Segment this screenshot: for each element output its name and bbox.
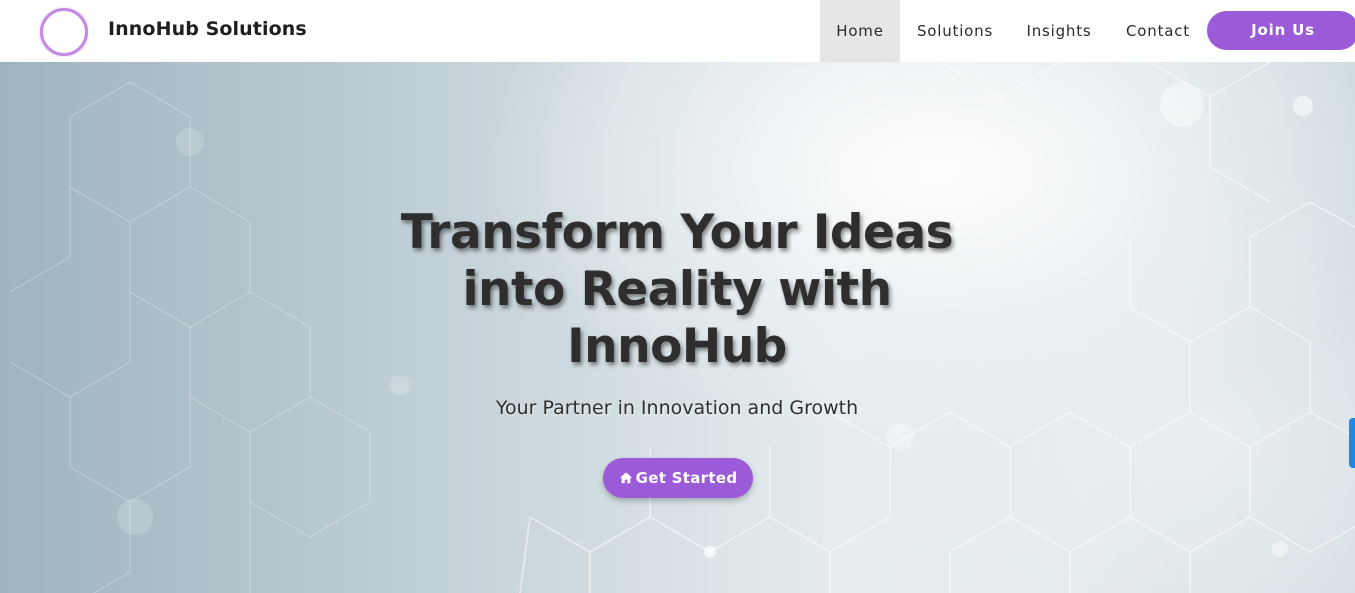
get-started-label: Get Started bbox=[635, 469, 738, 487]
hero-subtitle: Your Partner in Innovation and Growth bbox=[495, 397, 859, 419]
nav-link-home[interactable]: Home bbox=[820, 0, 900, 62]
side-tab[interactable] bbox=[1349, 418, 1355, 468]
home-icon bbox=[619, 472, 632, 484]
hero-section: Transform Your Ideas into Reality with I… bbox=[0, 62, 1355, 593]
nav-link-contact[interactable]: Contact bbox=[1116, 0, 1200, 62]
navbar: InnoHub Solutions Home Solutions Insight… bbox=[0, 0, 1355, 62]
get-started-button[interactable]: Get Started bbox=[603, 458, 753, 498]
join-us-button[interactable]: Join Us bbox=[1207, 11, 1355, 50]
nav-link-insights[interactable]: Insights bbox=[1018, 0, 1100, 62]
brand-name[interactable]: InnoHub Solutions bbox=[108, 18, 307, 40]
logo[interactable] bbox=[40, 8, 88, 56]
nav-link-solutions[interactable]: Solutions bbox=[909, 0, 1001, 62]
hero-title: Transform Your Ideas into Reality with I… bbox=[400, 205, 954, 374]
